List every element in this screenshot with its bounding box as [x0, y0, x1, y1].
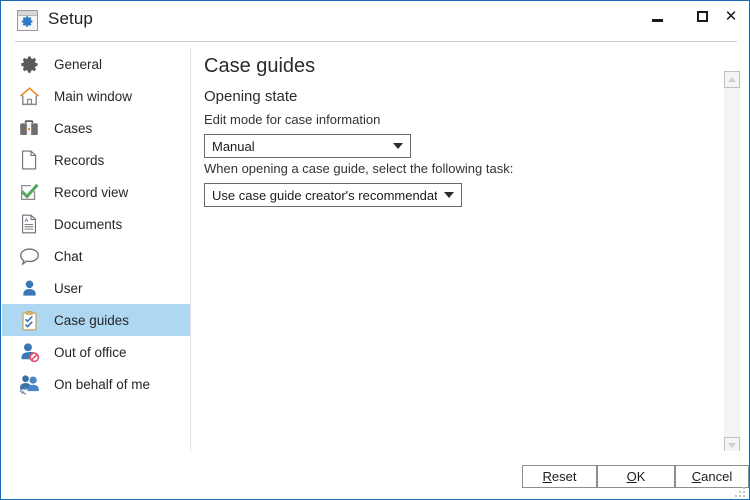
window-title: Setup — [48, 9, 93, 28]
cancel-label-rest: ancel — [701, 469, 733, 484]
sidebar-item-main-window[interactable]: Main window — [2, 80, 190, 112]
task-selection-label: When opening a case guide, select the fo… — [204, 161, 514, 176]
title-bar: Setup ✕ — [1, 1, 749, 42]
speech-bubble-icon — [16, 243, 42, 269]
sidebar-item-label: Records — [54, 152, 105, 168]
page-icon — [16, 147, 42, 173]
edit-mode-dropdown[interactable]: Manual — [204, 134, 411, 158]
sidebar-item-record-view[interactable]: Record view — [2, 176, 190, 208]
sidebar-item-label: Cases — [54, 120, 93, 136]
sidebar-item-general[interactable]: General — [2, 48, 190, 80]
gear-icon — [16, 51, 42, 77]
sidebar-item-label: Documents — [54, 216, 123, 232]
setup-dialog-window: Setup ✕ General Main window Cases Record… — [0, 0, 750, 500]
briefcase-icon — [16, 115, 42, 141]
document-text-icon: A — [16, 211, 42, 237]
sidebar-item-chat[interactable]: Chat — [2, 240, 190, 272]
content-scrollbar[interactable] — [724, 71, 740, 454]
sidebar-item-documents[interactable]: A Documents — [2, 208, 190, 240]
sidebar-item-records[interactable]: Records — [2, 144, 190, 176]
ok-button[interactable]: OK — [597, 465, 675, 488]
sidebar-item-on-behalf-of-me[interactable]: On behalf of me — [2, 368, 190, 400]
home-icon — [16, 83, 42, 109]
ok-accelerator: O — [626, 469, 637, 484]
chevron-down-icon — [437, 192, 461, 198]
sidebar-item-label: General — [54, 56, 103, 72]
ok-label-rest: K — [636, 469, 646, 484]
section-title: Opening state — [204, 88, 298, 105]
page-title: Case guides — [204, 55, 316, 77]
close-button[interactable]: ✕ — [713, 1, 749, 31]
sidebar-item-label: Out of office — [54, 344, 127, 360]
setup-gear-window-icon — [17, 10, 38, 31]
sidebar-item-cases[interactable]: Cases — [2, 112, 190, 144]
minimize-icon — [652, 18, 663, 22]
cancel-accelerator: C — [691, 469, 702, 484]
chevron-down-icon — [386, 143, 410, 149]
settings-sidebar: General Main window Cases Records Record… — [2, 48, 190, 451]
sidebar-item-label: Chat — [54, 248, 83, 264]
minimize-button[interactable] — [635, 1, 680, 31]
checkmark-box-icon — [16, 179, 42, 205]
dialog-footer: Reset OK Cancel — [2, 451, 749, 499]
sidebar-item-label: Record view — [54, 184, 129, 200]
reset-accelerator: R — [542, 469, 552, 484]
task-selection-dropdown[interactable]: Use case guide creator's recommendation — [204, 183, 462, 207]
title-separator — [15, 41, 737, 42]
content-pane: Case guides Opening state Edit mode for … — [191, 48, 748, 451]
reset-button[interactable]: Reset — [522, 465, 597, 488]
scroll-up-button[interactable] — [724, 71, 740, 88]
sidebar-item-label: Main window — [54, 88, 133, 104]
scroll-down-arrow-icon — [728, 443, 736, 448]
edit-mode-label: Edit mode for case information — [204, 112, 381, 127]
edit-mode-value: Manual — [212, 138, 255, 154]
scroll-up-arrow-icon — [728, 77, 736, 82]
sidebar-item-label: User — [54, 280, 83, 296]
person-blocked-icon — [16, 339, 42, 365]
sidebar-item-user[interactable]: User — [2, 272, 190, 304]
sidebar-item-case-guides[interactable]: Case guides — [2, 304, 190, 336]
svg-text:A: A — [25, 218, 29, 224]
clipboard-check-icon — [16, 307, 42, 333]
people-swap-icon — [16, 371, 42, 397]
sidebar-item-label: On behalf of me — [54, 376, 151, 392]
person-icon — [16, 275, 42, 301]
close-icon: ✕ — [724, 6, 738, 25]
reset-label-rest: eset — [551, 469, 577, 484]
resize-grip[interactable] — [733, 485, 745, 497]
task-selection-value: Use case guide creator's recommendation — [212, 187, 437, 203]
sidebar-item-label: Case guides — [54, 312, 130, 328]
sidebar-item-out-of-office[interactable]: Out of office — [2, 336, 190, 368]
maximize-icon — [697, 10, 708, 22]
